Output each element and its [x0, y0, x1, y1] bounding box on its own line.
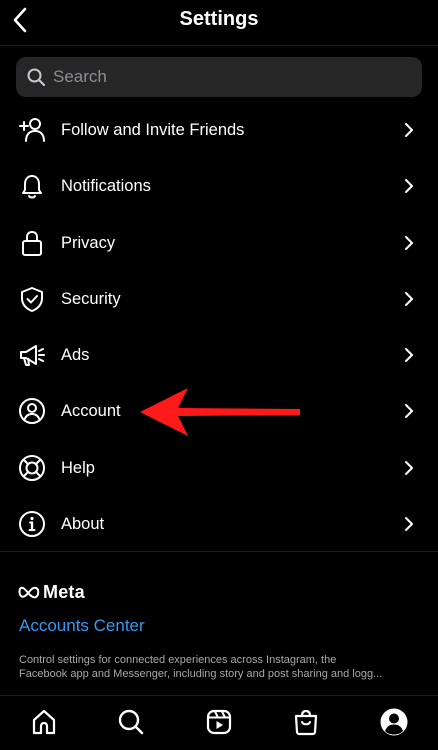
chevron-right-icon: [405, 460, 413, 475]
page-title: Settings: [179, 8, 259, 30]
shield-check-icon: [21, 286, 43, 312]
meta-infinity-icon: [18, 586, 40, 599]
search-icon: [118, 709, 144, 735]
annotation-arrow-icon: [140, 388, 300, 436]
menu-item-label: Follow and Invite Friends: [61, 121, 245, 139]
person-circle-icon: [19, 398, 45, 425]
menu-item-label: About: [61, 515, 105, 534]
tab-reels[interactable]: [203, 706, 235, 738]
meta-description-line: Facebook app and Messenger, including st…: [19, 668, 383, 680]
chevron-right-icon: [405, 517, 413, 532]
menu-item-notifications[interactable]: Notifications: [0, 158, 438, 214]
add-person-icon: [19, 118, 45, 142]
chevron-right-icon: [405, 235, 413, 250]
info-icon: [19, 511, 45, 538]
menu-item-ads[interactable]: Ads: [0, 327, 438, 383]
menu-item-label: Ads: [61, 346, 90, 365]
menu-item-label: Security: [61, 289, 121, 308]
accounts-center-link[interactable]: Accounts Center: [19, 616, 145, 636]
settings-menu: Follow and Invite Friends Notifications …: [0, 102, 438, 552]
tab-shop[interactable]: [290, 706, 322, 738]
meta-logo: Meta: [18, 582, 85, 602]
tab-profile[interactable]: [378, 706, 410, 738]
menu-item-privacy[interactable]: Privacy: [0, 215, 438, 271]
menu-item-label: Account: [61, 402, 121, 421]
chevron-right-icon: [405, 348, 413, 363]
search-input[interactable]: Search: [16, 57, 422, 97]
meta-description: Control settings for connected experienc…: [19, 653, 429, 681]
shop-icon: [294, 709, 318, 736]
divider: [0, 695, 438, 696]
profile-icon: [380, 708, 408, 736]
bell-icon: [22, 175, 42, 199]
reels-icon: [206, 709, 232, 735]
lifebuoy-icon: [19, 454, 45, 481]
divider: [0, 551, 438, 552]
home-icon: [32, 709, 56, 735]
menu-item-follow-invite[interactable]: Follow and Invite Friends: [0, 102, 438, 158]
megaphone-icon: [20, 345, 45, 367]
menu-item-about[interactable]: About: [0, 496, 438, 552]
menu-item-label: Help: [61, 458, 95, 477]
tab-search[interactable]: [115, 706, 147, 738]
meta-description-line: Control settings for connected experienc…: [19, 654, 337, 666]
divider: [0, 45, 438, 46]
bottom-tab-bar: [0, 700, 438, 744]
menu-item-label: Privacy: [61, 233, 116, 252]
header: Settings: [0, 0, 438, 42]
chevron-right-icon: [405, 404, 413, 419]
meta-logo-text: Meta: [43, 581, 85, 602]
search-placeholder: Search: [53, 67, 107, 86]
chevron-right-icon: [405, 291, 413, 306]
menu-item-security[interactable]: Security: [0, 271, 438, 327]
menu-item-help[interactable]: Help: [0, 440, 438, 496]
tab-home[interactable]: [28, 706, 60, 738]
lock-icon: [22, 230, 42, 256]
chevron-right-icon: [405, 179, 413, 194]
search-icon: [27, 68, 46, 87]
chevron-right-icon: [405, 123, 413, 137]
menu-item-label: Notifications: [61, 177, 151, 196]
